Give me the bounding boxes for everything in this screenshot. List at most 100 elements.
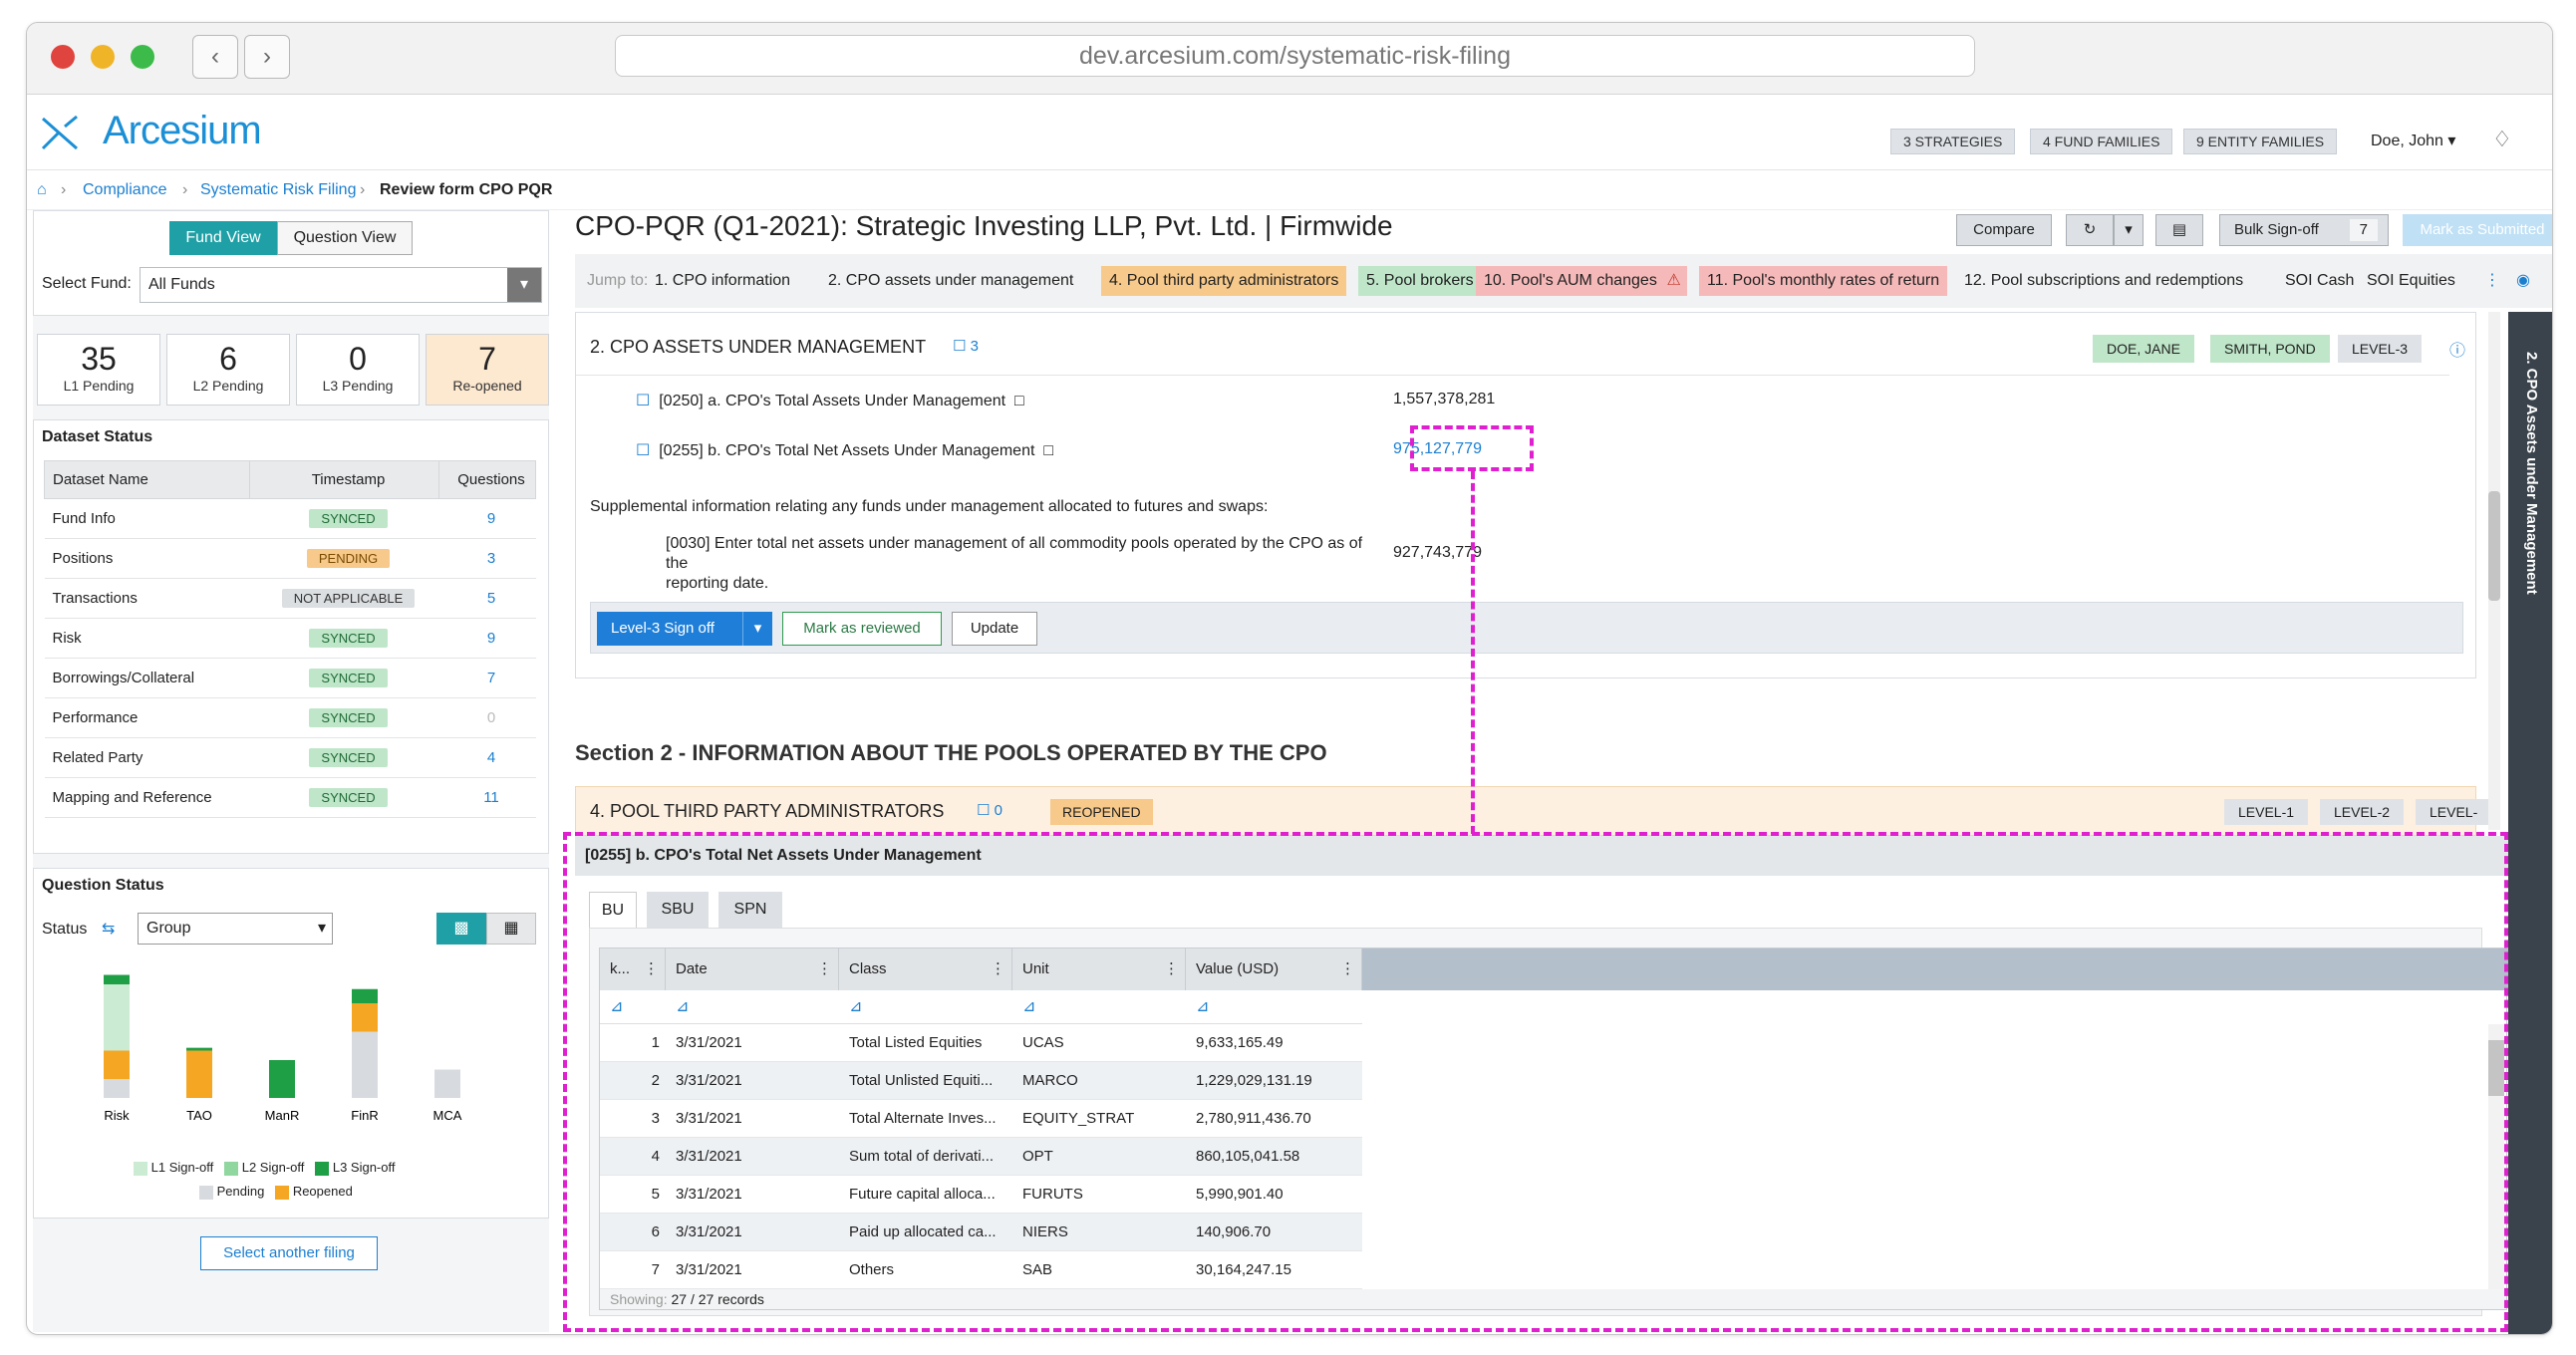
refresh-button[interactable]: ↻: [2066, 214, 2114, 246]
bar-tao-l3-sign-off[interactable]: [186, 1047, 212, 1051]
legend-swatch-l2: [224, 1161, 239, 1176]
comment-icon[interactable]: ☐: [636, 393, 650, 409]
table-view-icon[interactable]: ▦: [486, 913, 536, 945]
dataset-questions[interactable]: 5: [438, 578, 536, 619]
user-menu[interactable]: Doe, John ▾: [2371, 131, 2455, 150]
dataset-questions[interactable]: 7: [438, 658, 536, 698]
jump-pool-brokers[interactable]: 5. Pool brokers: [1358, 266, 1482, 296]
back-button[interactable]: ‹: [192, 35, 238, 79]
col-timestamp: Timestamp: [249, 460, 439, 499]
jump-soi-cash[interactable]: SOI Cash: [2277, 266, 2362, 296]
bar-finr-l3-sign-off[interactable]: [352, 988, 378, 1003]
info-icon[interactable]: □: [1014, 393, 1024, 409]
bar-finr-pending[interactable]: [352, 1031, 378, 1099]
dataset-row: Transactions NOT APPLICABLE 5: [44, 578, 536, 619]
side-panel-tab[interactable]: 2. CPO Assets under Management: [2508, 312, 2552, 1334]
group-select[interactable]: Group ▾: [138, 913, 333, 945]
jump-pool-third-party[interactable]: 4. Pool third party administrators: [1101, 266, 1347, 296]
bar-chart-view-icon[interactable]: ▩: [436, 913, 486, 945]
jump-soi-equities[interactable]: SOI Equities: [2359, 266, 2463, 296]
level-3-tag[interactable]: LEVEL-3: [2416, 799, 2492, 846]
reviewer-doe-jane[interactable]: DOE, JANE: [2093, 335, 2194, 363]
minimize-window-button[interactable]: [91, 45, 115, 69]
bar-finr-reopened[interactable]: [352, 1003, 378, 1032]
fund-view-toggle[interactable]: Fund View: [169, 221, 277, 255]
bar-risk-l3-sign-off[interactable]: [104, 974, 130, 985]
breadcrumb-compliance[interactable]: Compliance: [83, 170, 166, 210]
bar-tao-reopened[interactable]: [186, 1050, 212, 1099]
tick-label-mca: MCA: [433, 1108, 462, 1123]
section-comments-count: 3: [970, 338, 979, 355]
dataset-questions[interactable]: 11: [438, 777, 536, 818]
url-bar[interactable]: dev.arcesium.com/systematic-risk-filing: [615, 35, 1975, 77]
maximize-window-button[interactable]: [131, 45, 154, 69]
bulk-signoff-count: 7: [2349, 219, 2378, 241]
stat-l3-pending[interactable]: 0 L3 Pending: [296, 334, 420, 406]
bell-icon[interactable]: ♢: [2492, 127, 2512, 152]
more-vertical-icon[interactable]: ⋮: [2476, 266, 2508, 296]
fund-select[interactable]: All Funds ▾: [140, 267, 542, 303]
help-icon[interactable]: ⓘ: [2449, 337, 2465, 361]
mark-as-submitted-button[interactable]: Mark as Submitted: [2403, 214, 2552, 246]
tick-label-risk: Risk: [104, 1108, 130, 1123]
reviewer-smith-pond[interactable]: SMITH, POND: [2210, 335, 2330, 363]
dataset-status-title: Dataset Status: [42, 428, 153, 445]
main-scrollbar[interactable]: [2488, 312, 2500, 830]
jump-cpo-assets[interactable]: 2. CPO assets under management: [820, 266, 1081, 296]
swap-icon[interactable]: ⇆: [102, 919, 115, 939]
pool-admin-comments-count: 0: [994, 802, 1002, 819]
forward-button[interactable]: ›: [244, 35, 290, 79]
strategies-chip[interactable]: 3 STRATEGIES: [1890, 129, 2016, 154]
bulk-signoff-button[interactable]: Bulk Sign-off 7: [2219, 214, 2389, 246]
bar-risk-reopened[interactable]: [104, 1050, 130, 1080]
stat-l1-pending[interactable]: 35 L1 Pending: [37, 334, 160, 406]
main-scrollbar-thumb[interactable]: [2488, 491, 2500, 601]
breadcrumb-systematic-risk-filing[interactable]: Systematic Risk Filing: [200, 170, 356, 210]
stat-reopened[interactable]: 7 Re-opened: [426, 334, 549, 406]
pool-admin-comments[interactable]: ☐ 0: [977, 801, 1002, 819]
chevron-down-icon[interactable]: ▾: [742, 612, 772, 646]
dataset-questions[interactable]: 4: [438, 737, 536, 778]
bar-mca-pending[interactable]: [434, 1069, 460, 1099]
dataset-questions[interactable]: 0: [438, 697, 536, 738]
jump-cpo-information[interactable]: 1. CPO information: [647, 266, 798, 296]
bar-risk-pending[interactable]: [104, 1079, 130, 1098]
legend-swatch-l3: [315, 1161, 330, 1176]
mark-reviewed-button[interactable]: Mark as reviewed: [782, 612, 942, 646]
comment-icon[interactable]: ☐: [636, 442, 650, 459]
dataset-name: Performance: [44, 697, 250, 738]
level3-signoff-button[interactable]: Level-3 Sign off ▾: [597, 612, 772, 646]
chevron-down-icon: ▾: [2125, 221, 2133, 238]
pending-stats: 35 L1 Pending 6 L2 Pending 0 L3 Pending 7 Re…: [37, 334, 549, 406]
jump-pool-aum-changes[interactable]: 10. Pool's AUM changes ⚠: [1476, 266, 1687, 296]
fund-families-chip[interactable]: 4 FUND FAMILIES: [2030, 129, 2173, 154]
level-2-tag[interactable]: LEVEL-2: [2320, 799, 2405, 825]
question-view-toggle[interactable]: Question View: [277, 221, 413, 255]
entity-families-chip[interactable]: 9 ENTITY FAMILIES: [2183, 129, 2338, 154]
home-icon[interactable]: ⌂: [37, 170, 47, 210]
update-button[interactable]: Update: [952, 612, 1037, 646]
stat-l2-pending[interactable]: 6 L2 Pending: [166, 334, 290, 406]
legend-l1: L1 Sign-off: [150, 1160, 214, 1175]
breadcrumb: ⌂ › Compliance › Systematic Risk Filing …: [27, 170, 2552, 210]
dataset-questions[interactable]: 9: [438, 498, 536, 539]
refresh-dropdown-button[interactable]: ▾: [2114, 214, 2144, 246]
jump-pool-subscriptions[interactable]: 12. Pool subscriptions and redemptions: [1956, 266, 2251, 296]
bar-manr-l3-sign-off[interactable]: [269, 1060, 295, 1098]
info-icon[interactable]: □: [1043, 442, 1053, 459]
dataset-name: Borrowings/Collateral: [44, 658, 250, 698]
eye-icon[interactable]: ◉: [2508, 266, 2538, 296]
save-button[interactable]: ▤: [2155, 214, 2203, 246]
compare-button[interactable]: Compare: [1956, 214, 2052, 246]
bar-risk-l1-sign-off[interactable]: [104, 984, 130, 1051]
level-1-tag[interactable]: LEVEL-1: [2224, 799, 2309, 825]
dataset-questions[interactable]: 9: [438, 618, 536, 659]
close-window-button[interactable]: [51, 45, 75, 69]
question-status-title: Question Status: [42, 877, 164, 894]
reviewer-level-3[interactable]: LEVEL-3: [2338, 335, 2423, 363]
dataset-questions[interactable]: 3: [438, 538, 536, 579]
side-panel-title: 2. CPO Assets under Management: [2523, 352, 2540, 595]
select-another-filing-button[interactable]: Select another filing: [200, 1236, 378, 1270]
jump-pool-monthly-returns[interactable]: 11. Pool's monthly rates of return: [1699, 266, 1948, 296]
section-comments[interactable]: ☐ 3: [953, 337, 979, 355]
